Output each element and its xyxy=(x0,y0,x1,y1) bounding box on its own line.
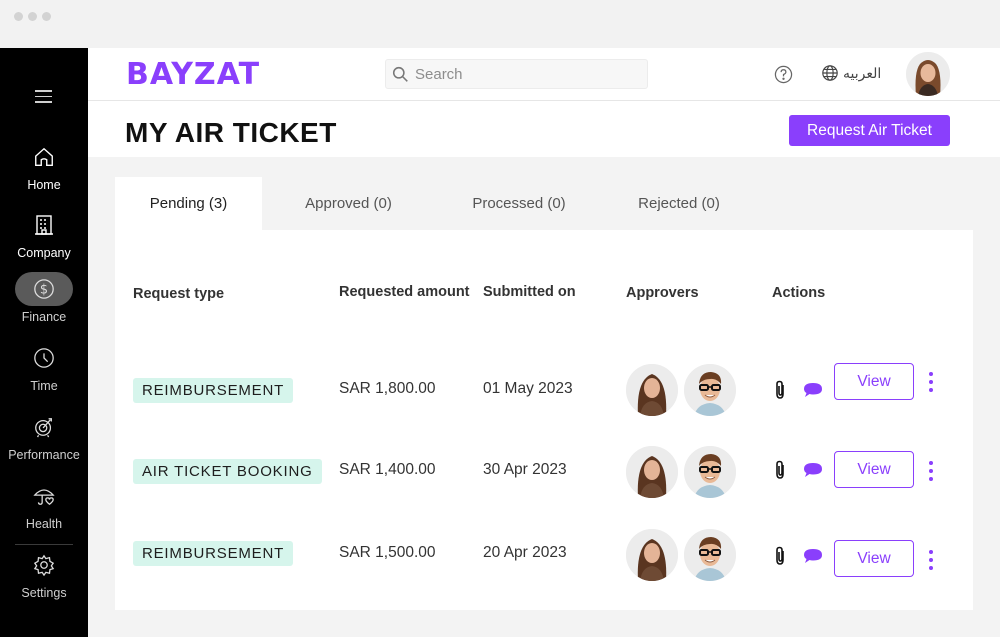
home-icon xyxy=(15,140,73,174)
window-dot[interactable] xyxy=(42,12,51,21)
tab-approved[interactable]: Approved (0) xyxy=(262,177,435,230)
target-icon xyxy=(15,410,73,444)
language-switch[interactable]: العربيه xyxy=(821,64,881,82)
sidebar-item-settings[interactable]: Settings xyxy=(0,548,88,600)
view-button[interactable]: View xyxy=(834,363,914,400)
clock-icon xyxy=(15,341,73,375)
window-dot[interactable] xyxy=(14,12,23,21)
tab-processed[interactable]: Processed (0) xyxy=(435,177,603,230)
sidebar-item-label: Health xyxy=(25,517,63,531)
search-box[interactable] xyxy=(385,59,648,89)
request-type-tag: REIMBURSEMENT xyxy=(133,541,294,566)
sidebar-item-label: Settings xyxy=(21,586,67,600)
table-row: REIMBURSEMENT SAR 1,800.00 01 May 2023 V… xyxy=(115,360,973,420)
sidebar-item-finance[interactable]: $ Finance xyxy=(0,272,88,324)
submitted-date: 30 Apr 2023 xyxy=(483,461,567,478)
sidebar-item-label: Company xyxy=(17,246,71,260)
building-icon xyxy=(15,208,73,242)
approver-avatar-male[interactable] xyxy=(684,446,736,498)
sidebar-item-performance[interactable]: Performance xyxy=(0,410,88,462)
sidebar-item-company[interactable]: Company xyxy=(0,208,88,260)
page-title: MY AIR TICKET xyxy=(125,117,337,148)
sidebar-item-health[interactable]: Health xyxy=(0,479,88,531)
column-header-submitted-on: Submitted on xyxy=(483,284,576,300)
brand-logo[interactable]: BAYZAT xyxy=(126,57,260,92)
request-type-tag: REIMBURSEMENT xyxy=(133,378,294,403)
requests-table: Request type Requested amount Submitted … xyxy=(115,230,973,610)
sidebar-item-label: Performance xyxy=(8,448,80,462)
comment-icon[interactable] xyxy=(803,462,823,483)
umbrella-heart-icon xyxy=(15,479,73,513)
sidebar-divider xyxy=(15,544,73,545)
view-button[interactable]: View xyxy=(834,451,914,488)
approver-avatar-female[interactable] xyxy=(626,364,678,416)
more-options-icon[interactable] xyxy=(926,550,936,570)
globe-icon xyxy=(822,65,838,81)
attachment-icon[interactable] xyxy=(774,460,787,485)
request-air-ticket-button[interactable]: Request Air Ticket xyxy=(789,115,950,146)
approver-avatar-male[interactable] xyxy=(684,364,736,416)
help-icon[interactable] xyxy=(774,65,793,89)
more-options-icon[interactable] xyxy=(926,461,936,481)
svg-text:$: $ xyxy=(40,283,48,298)
table-row: REIMBURSEMENT SAR 1,500.00 20 Apr 2023 V… xyxy=(115,525,973,585)
request-type-tag: AIR TICKET BOOKING xyxy=(133,459,322,484)
comment-icon[interactable] xyxy=(803,548,823,569)
submitted-date: 01 May 2023 xyxy=(483,380,573,397)
requested-amount: SAR 1,800.00 xyxy=(339,380,436,397)
app-window: Home Company $ Finance Time Performance xyxy=(0,0,1000,637)
language-label: العربيه xyxy=(843,64,882,81)
sidebar-item-label: Home xyxy=(27,178,61,192)
tab-pending[interactable]: Pending (3) xyxy=(115,177,262,230)
column-header-approvers: Approvers xyxy=(626,285,699,301)
sidebar-item-label: Finance xyxy=(21,310,67,324)
sidebar-item-time[interactable]: Time xyxy=(0,341,88,393)
sidebar-item-label: Time xyxy=(30,379,58,393)
hamburger-icon[interactable] xyxy=(35,90,52,104)
dollar-circle-icon: $ xyxy=(15,272,73,306)
user-avatar[interactable] xyxy=(906,52,950,96)
table-row: AIR TICKET BOOKING SAR 1,400.00 30 Apr 2… xyxy=(115,442,973,502)
more-options-icon[interactable] xyxy=(926,372,936,392)
column-header-actions: Actions xyxy=(772,285,826,301)
requested-amount: SAR 1,400.00 xyxy=(339,461,436,478)
column-header-requested-amount: Requested amount xyxy=(339,284,470,300)
submitted-date: 20 Apr 2023 xyxy=(483,544,567,561)
column-header-request-type: Request type xyxy=(133,286,225,302)
window-dot[interactable] xyxy=(28,12,37,21)
requested-amount: SAR 1,500.00 xyxy=(339,544,436,561)
approver-avatar-female[interactable] xyxy=(626,446,678,498)
comment-icon[interactable] xyxy=(803,382,823,403)
search-icon xyxy=(392,66,408,82)
tab-rejected[interactable]: Rejected (0) xyxy=(603,177,755,230)
sidebar: Home Company $ Finance Time Performance xyxy=(0,48,88,637)
sidebar-item-home[interactable]: Home xyxy=(0,140,88,192)
search-input[interactable] xyxy=(415,65,635,83)
page-header: MY AIR TICKET Request Air Ticket xyxy=(88,101,1000,157)
approver-avatar-male[interactable] xyxy=(684,529,736,581)
status-tabs: Pending (3) Approved (0) Processed (0) R… xyxy=(115,177,755,230)
attachment-icon[interactable] xyxy=(774,546,787,571)
window-titlebar xyxy=(0,0,1000,48)
attachment-icon[interactable] xyxy=(774,380,787,405)
approver-avatar-female[interactable] xyxy=(626,529,678,581)
gear-icon xyxy=(15,548,73,582)
window-controls xyxy=(14,12,51,21)
view-button[interactable]: View xyxy=(834,540,914,577)
topbar: BAYZAT العربيه xyxy=(88,48,1000,101)
